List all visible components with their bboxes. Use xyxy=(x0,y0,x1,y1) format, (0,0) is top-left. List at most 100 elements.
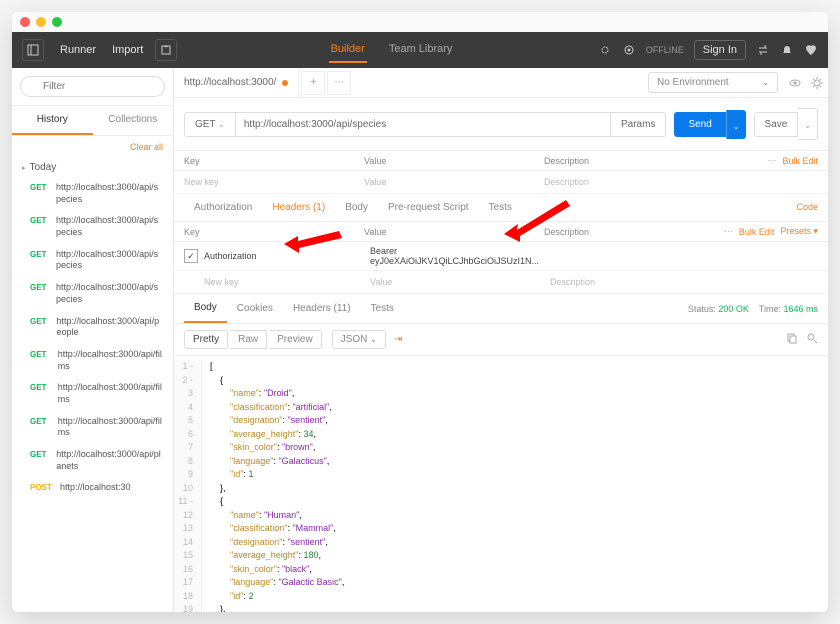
params-new-value[interactable]: Value xyxy=(364,175,544,189)
resp-tests-tab[interactable]: Tests xyxy=(361,295,404,322)
time-value: 1646 ms xyxy=(783,304,818,314)
environment-select[interactable]: No Environment ⌄ xyxy=(648,72,778,93)
new-window-button[interactable]: + xyxy=(155,39,177,61)
minimize-window-button[interactable] xyxy=(36,17,46,27)
format-select[interactable]: JSON ⌄ xyxy=(332,330,386,349)
header-key-cell[interactable]: Authorization xyxy=(204,251,370,261)
history-method: GET xyxy=(30,382,52,392)
headers-new-value[interactable]: Value xyxy=(370,275,550,289)
tests-tab[interactable]: Tests xyxy=(479,194,522,221)
resp-headers-tab[interactable]: Headers (11) xyxy=(283,295,361,322)
history-item[interactable]: GET http://localhost:3000/api/films xyxy=(12,344,173,377)
history-item[interactable]: GEThttp://localhost:3000/api/species xyxy=(12,244,173,277)
preview-button[interactable]: Preview xyxy=(269,330,322,349)
new-tab-button[interactable]: + xyxy=(301,71,325,95)
params-bulk-edit-link[interactable]: Bulk Edit xyxy=(782,156,818,166)
history-item[interactable]: GEThttp://localhost:3000/api/species xyxy=(12,210,173,243)
params-new-desc[interactable]: Description xyxy=(544,175,818,189)
raw-button[interactable]: Raw xyxy=(230,330,267,349)
history-item[interactable]: GEThttp://localhost:3000/api/species xyxy=(12,177,173,210)
history-url: http://localhost:3000/api/films xyxy=(58,349,163,372)
params-new-key[interactable]: New key xyxy=(184,175,364,189)
copy-response-button[interactable] xyxy=(786,332,798,347)
runner-button[interactable]: Runner xyxy=(52,40,104,60)
pretty-button[interactable]: Pretty xyxy=(184,330,228,349)
resp-body-tab[interactable]: Body xyxy=(184,294,227,323)
search-response-button[interactable] xyxy=(806,332,818,347)
offline-label: OFFLINE xyxy=(646,45,684,55)
request-tab-label: http://localhost:3000/ xyxy=(184,77,276,88)
header-value-cell[interactable]: Bearer eyJ0eXAiOiJKV1QiLCJhbGciOiJSUzI1N… xyxy=(370,246,550,266)
send-button[interactable]: Send xyxy=(674,112,725,137)
method-select[interactable]: GET ⌄ xyxy=(184,112,235,137)
environment-settings-button[interactable] xyxy=(806,72,828,94)
save-button[interactable]: Save xyxy=(754,112,799,137)
headers-more-button[interactable]: ⋯ xyxy=(724,226,733,237)
settings-icon[interactable] xyxy=(756,43,770,57)
body-tab[interactable]: Body xyxy=(335,194,378,221)
unsaved-dot-icon xyxy=(282,80,288,86)
resp-cookies-tab[interactable]: Cookies xyxy=(227,295,283,322)
import-button[interactable]: Import xyxy=(104,40,151,60)
tab-options-button[interactable]: ⋯ xyxy=(327,71,351,95)
history-method: GET xyxy=(30,416,52,426)
params-desc-header: Description xyxy=(544,156,767,166)
auth-tab[interactable]: Authorization xyxy=(184,194,262,221)
history-tab[interactable]: History xyxy=(12,106,93,135)
send-options-button[interactable]: ⌄ xyxy=(726,110,746,139)
chevron-down-icon: ⌄ xyxy=(762,78,769,87)
headers-presets-link[interactable]: Presets ▾ xyxy=(780,226,818,237)
capture-icon[interactable] xyxy=(622,43,636,57)
response-body[interactable]: 1 -[2 - {3 "name": "Droid",4 "classifica… xyxy=(174,356,828,612)
close-window-button[interactable] xyxy=(20,17,30,27)
params-more-button[interactable]: ⋯ xyxy=(767,155,776,166)
request-tab[interactable]: http://localhost:3000/ xyxy=(174,68,299,97)
history-url: http://localhost:3000/api/films xyxy=(58,382,163,405)
history-item[interactable]: GEThttp://localhost:3000/api/planets xyxy=(12,444,173,477)
sidebar-toggle-button[interactable] xyxy=(22,39,44,61)
heart-icon[interactable] xyxy=(804,43,818,57)
history-item[interactable]: GET http://localhost:3000/api/films xyxy=(12,377,173,410)
code-link[interactable]: Code xyxy=(796,194,818,221)
sidebar-tabs: History Collections xyxy=(12,106,173,136)
day-group-label[interactable]: Today xyxy=(12,158,173,177)
zoom-window-button[interactable] xyxy=(52,17,62,27)
history-url: http://localhost:3000/api/people xyxy=(57,316,163,339)
history-method: GET xyxy=(30,316,51,326)
prerequest-tab[interactable]: Pre-request Script xyxy=(378,194,479,221)
history-item[interactable]: POST http://localhost:30 xyxy=(12,477,173,499)
params-new-row[interactable]: New key Value Description xyxy=(174,171,828,194)
history-method: POST xyxy=(30,482,54,492)
wrap-button[interactable]: ⇥ xyxy=(394,334,402,345)
history-url: http://localhost:3000/api/planets xyxy=(56,449,163,472)
headers-new-row[interactable]: New key Value Description xyxy=(174,271,828,294)
params-header-row: Key Value Description ⋯ Bulk Edit xyxy=(174,151,828,171)
history-item[interactable]: GEThttp://localhost:3000/api/species xyxy=(12,277,173,310)
header-checkbox[interactable] xyxy=(184,249,198,263)
headers-new-key[interactable]: New key xyxy=(204,275,370,289)
sync-icon[interactable] xyxy=(598,43,612,57)
headers-bulk-edit-link[interactable]: Bulk Edit xyxy=(739,227,775,237)
response-tabs: Body Cookies Headers (11) Tests Status: … xyxy=(174,294,828,324)
environment-quicklook-button[interactable] xyxy=(784,72,806,94)
collections-tab[interactable]: Collections xyxy=(93,106,174,135)
team-library-tab[interactable]: Team Library xyxy=(387,37,455,63)
filter-input[interactable] xyxy=(20,76,165,97)
save-options-button[interactable]: ⌄ xyxy=(798,108,818,140)
history-url: http://localhost:3000/api/species xyxy=(56,282,163,305)
history-url: http://localhost:30 xyxy=(60,482,131,494)
notifications-icon[interactable] xyxy=(780,43,794,57)
headers-tab[interactable]: Headers (1) xyxy=(262,194,335,221)
clear-all-link[interactable]: Clear all xyxy=(12,136,173,158)
environment-label: No Environment xyxy=(657,77,729,88)
history-item[interactable]: GET http://localhost:3000/api/people xyxy=(12,311,173,344)
history-item[interactable]: GEThttp://localhost:3000/api/films xyxy=(12,411,173,444)
headers-new-desc[interactable]: Description xyxy=(550,275,818,289)
signin-button[interactable]: Sign In xyxy=(694,40,746,60)
history-method: GET xyxy=(30,349,52,359)
header-row[interactable]: Authorization Bearer eyJ0eXAiOiJKV1QiLCJ… xyxy=(174,242,828,271)
params-button[interactable]: Params xyxy=(611,112,666,137)
url-input[interactable] xyxy=(235,112,611,137)
topbar: Runner Import + Builder Team Library OFF… xyxy=(12,32,828,68)
builder-tab[interactable]: Builder xyxy=(329,37,367,63)
